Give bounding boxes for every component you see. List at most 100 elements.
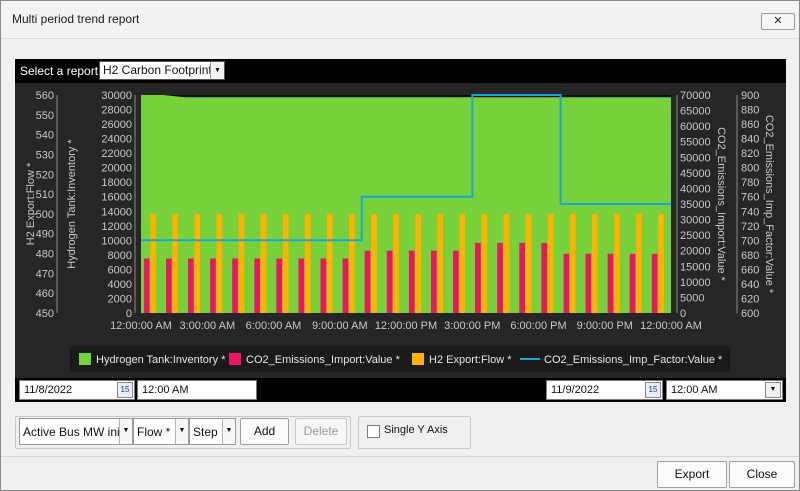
x-tick-label: 6:00:00 PM [510,320,566,332]
tick-label-left-inner: 14000 [101,206,132,218]
calendar-icon[interactable]: 15 [117,382,133,398]
chevron-down-icon[interactable]: ▼ [765,382,781,398]
tick-label-right-outer: 620 [741,293,759,305]
bar-co2-emissions-import [364,250,371,313]
bar-co2-emissions-import [585,253,592,313]
tick-label-right-inner: 45000 [680,168,711,180]
legend-label: H2 Export:Flow * [429,354,512,366]
tick-label-left-inner: 20000 [101,163,132,175]
bar-h2-export-flow [326,213,333,313]
bar-h2-export-flow [194,213,201,313]
start-time-field[interactable]: 12:00 AM [137,380,257,400]
chevron-down-icon[interactable]: ▼ [210,62,224,79]
tick-label-right-inner: 40000 [680,183,711,195]
single-y-axis-label: Single Y Axis [384,424,448,436]
tick-label-left-inner: 18000 [101,177,132,189]
bar-co2-emissions-import [563,253,570,313]
end-time-field[interactable]: 12:00 AM ▼ [666,380,783,400]
start-date-value: 11/8/2022 [24,384,73,396]
bar-h2-export-flow [349,213,355,313]
bar-co2-emissions-import [320,258,327,313]
tick-label-right-outer: 740 [741,206,759,218]
tick-label-right-inner: 55000 [680,137,711,149]
chevron-down-icon[interactable]: ▼ [222,419,235,444]
axis-title-left-inner: Hydrogen Tank:Inventory * [66,139,78,269]
bar-co2-emissions-import [541,242,548,313]
attribute-combo[interactable]: Flow * ▼ [133,418,189,445]
bar-h2-export-flow [503,213,510,313]
calendar-icon[interactable]: 15 [645,382,661,398]
bar-co2-emissions-import [276,258,283,313]
legend-swatch [412,353,424,365]
x-tick-label: 9:00:00 PM [577,320,633,332]
axis-title-right-outer: CO2_Emissions_Imp_Factor:Value * [763,115,775,294]
bar-h2-export-flow [172,213,179,313]
chevron-down-icon[interactable]: ▼ [119,419,132,444]
bar-co2-emissions-import [629,253,636,313]
report-select[interactable]: H2 Carbon Footprint ▼ [99,61,225,80]
tick-label-left-inner: 0 [126,308,132,320]
start-time-value: 12:00 AM [142,384,189,396]
export-button[interactable]: Export [657,461,727,488]
chevron-down-icon[interactable]: ▼ [175,419,188,444]
bar-co2-emissions-import [166,258,172,313]
tick-label-right-outer: 720 [741,221,759,233]
tick-label-left-inner: 22000 [101,148,132,160]
tick-label-left-outer: 540 [36,130,54,142]
report-select-value: H2 Carbon Footprint [103,63,212,77]
tick-label-left-inner: 26000 [101,119,132,131]
tick-label-left-inner: 4000 [108,279,132,291]
start-date-field[interactable]: 11/8/2022 15 [19,380,135,400]
bar-h2-export-flow [614,213,620,313]
close-button[interactable]: Close [729,461,795,488]
tick-label-right-inner: 5000 [680,292,704,304]
bar-co2-emissions-import [386,250,393,313]
x-tick-label: 12:00:00 PM [375,320,437,332]
bar-h2-export-flow [636,213,642,313]
bar-h2-export-flow [260,213,267,313]
tick-label-right-inner: 50000 [680,152,711,164]
bar-h2-export-flow [238,213,245,313]
tick-label-left-inner: 28000 [101,105,132,117]
delete-button[interactable]: Delete [295,418,347,445]
bar-co2-emissions-import [431,250,437,313]
tick-label-right-outer: 680 [741,250,759,262]
bar-h2-export-flow [150,213,156,313]
x-tick-label: 12:00:00 AM [110,320,172,332]
tick-label-left-outer: 550 [36,110,54,122]
mode-combo-value: Step [193,425,218,439]
x-tick-label: 9:00:00 AM [312,320,368,332]
bar-h2-export-flow [591,213,598,313]
bar-h2-export-flow [282,213,289,313]
close-icon[interactable]: ✕ [761,13,795,30]
end-date-field[interactable]: 11/9/2022 15 [546,380,663,400]
tick-label-right-inner: 65000 [680,106,711,118]
single-y-axis-checkbox[interactable] [367,425,380,438]
bar-h2-export-flow [569,213,576,313]
date-range-bar: 11/8/2022 15 12:00 AM 11/9/2022 15 12:00… [15,378,786,402]
tick-label-right-inner: 10000 [680,277,711,289]
legend-label: CO2_Emissions_Imp_Factor:Value * [544,354,723,366]
x-tick-label: 6:00:00 AM [246,320,302,332]
bar-co2-emissions-import [188,258,194,313]
tick-label-right-inner: 25000 [680,230,711,242]
tick-label-left-inner: 16000 [101,192,132,204]
bar-co2-emissions-import [475,242,481,313]
bar-co2-emissions-import [408,250,415,313]
tag-combo[interactable]: Active Bus MW ini ▼ [19,418,133,445]
tick-label-right-inner: 70000 [680,90,711,102]
add-button[interactable]: Add [240,418,289,445]
tick-label-right-inner: 20000 [680,246,711,258]
mode-combo[interactable]: Step ▼ [189,418,236,445]
x-tick-label: 12:00:00 AM [640,320,702,332]
tick-label-right-inner: 15000 [680,261,711,273]
bar-co2-emissions-import [453,250,459,313]
tick-label-right-inner: 0 [680,308,686,320]
bar-h2-export-flow [459,213,466,313]
report-selector-bar: Select a report: H2 Carbon Footprint ▼ [15,59,786,83]
bar-co2-emissions-import [298,258,305,313]
trend-chart: 560 550 540 530 520 510 500 490 480 470 460 450 3000… [25,90,775,372]
bar-h2-export-flow [525,213,532,313]
tick-label-left-inner: 8000 [108,250,132,262]
bar-h2-export-flow [415,213,421,313]
